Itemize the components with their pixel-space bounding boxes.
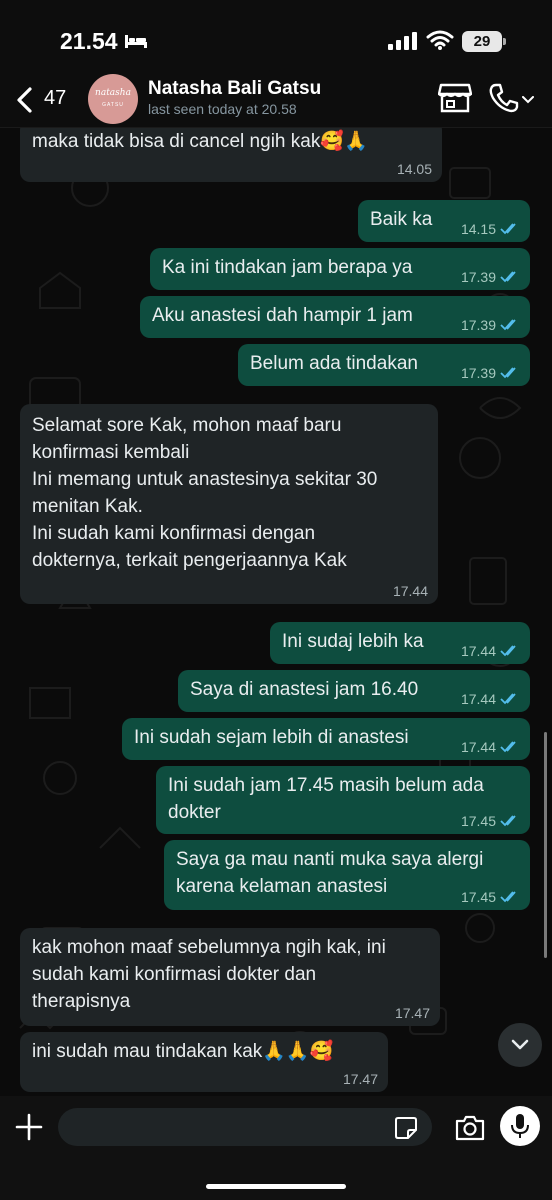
double-check-icon xyxy=(500,693,516,705)
message-bubble-outgoing[interactable]: Ini sudaj lebih ka 17.44 xyxy=(270,622,530,664)
message-bubble-outgoing[interactable]: Baik ka 14.15 xyxy=(358,200,530,242)
message-input[interactable] xyxy=(58,1108,432,1146)
message-time: 17.44 xyxy=(460,691,496,707)
chevron-down-icon[interactable] xyxy=(522,96,534,104)
plus-icon[interactable] xyxy=(14,1112,44,1142)
message-bubble-outgoing[interactable]: Aku anastesi dah hampir 1 jam 17.39 xyxy=(140,296,530,338)
home-indicator xyxy=(206,1184,346,1189)
status-bar: 21.54 29 xyxy=(0,0,552,74)
message-bubble-outgoing[interactable]: Ini sudah sejam lebih di anastesi 17.44 xyxy=(122,718,530,760)
message-bubble-incoming[interactable]: ini sudah mau tindakan kak🙏🙏🥰 17.47 xyxy=(20,1032,388,1092)
message-time: 17.39 xyxy=(460,269,496,285)
wifi-icon xyxy=(426,30,454,50)
double-check-icon xyxy=(500,741,516,753)
unread-count[interactable]: 47 xyxy=(44,87,66,110)
message-time: 17.44 xyxy=(460,643,496,659)
double-check-icon xyxy=(500,319,516,331)
double-check-icon xyxy=(500,223,516,235)
message-bubble-outgoing[interactable]: Saya di anastesi jam 16.40 17.44 xyxy=(178,670,530,712)
bed-icon xyxy=(125,35,147,48)
message-bubble-incoming[interactable]: kak mohon maaf sebelumnya ngih kak, ini … xyxy=(20,928,440,1026)
phone-icon[interactable] xyxy=(488,82,520,114)
last-seen-status: last seen today at 20.58 xyxy=(148,101,297,117)
message-time: 17.39 xyxy=(460,317,496,333)
message-bubble-outgoing[interactable]: Belum ada tindakan 17.39 xyxy=(238,344,530,386)
message-text: ini sudah mau tindakan kak🙏🙏🥰 xyxy=(32,1041,334,1062)
camera-icon[interactable] xyxy=(454,1114,486,1142)
double-check-icon xyxy=(500,645,516,657)
message-text: kak mohon maaf sebelumnya ngih kak, ini … xyxy=(32,937,386,1012)
chat-header: 47 natasha GATSU Natasha Bali Gatsu last… xyxy=(0,74,552,128)
message-time: 14.05 xyxy=(396,161,432,177)
chat-area[interactable]: maka tidak bisa di cancel ngih kak🥰🙏 14.… xyxy=(0,128,552,1096)
message-time: 17.44 xyxy=(392,583,428,599)
status-time: 21.54 xyxy=(60,28,118,54)
scroll-to-bottom-button[interactable] xyxy=(498,1023,542,1067)
message-time: 14.15 xyxy=(460,221,496,237)
avatar-logo: natasha xyxy=(95,88,131,98)
microphone-button[interactable] xyxy=(500,1106,540,1146)
message-time: 17.47 xyxy=(394,1005,430,1021)
message-bubble-outgoing[interactable]: Ini sudah jam 17.45 masih belum ada dokt… xyxy=(156,766,530,834)
message-time: 17.45 xyxy=(460,813,496,829)
message-bubble-outgoing[interactable]: Ka ini tindakan jam berapa ya 17.39 xyxy=(150,248,530,290)
storefront-icon[interactable] xyxy=(438,82,472,114)
sticker-icon[interactable] xyxy=(394,1116,418,1140)
message-time: 17.47 xyxy=(342,1071,378,1087)
message-bubble-incoming[interactable]: Selamat sore Kak, mohon maaf baru konfir… xyxy=(20,404,438,604)
double-check-icon xyxy=(500,271,516,283)
message-time: 17.39 xyxy=(460,365,496,381)
double-check-icon xyxy=(500,367,516,379)
battery-indicator: 29 xyxy=(462,31,506,52)
avatar-logo-sub: GATSU xyxy=(102,102,124,108)
double-check-icon xyxy=(500,815,516,827)
avatar[interactable]: natasha GATSU xyxy=(88,74,138,124)
message-time: 17.45 xyxy=(460,889,496,905)
signal-icon xyxy=(388,32,417,50)
message-time: 17.44 xyxy=(460,739,496,755)
double-check-icon xyxy=(500,891,516,903)
message-text: maka tidak bisa di cancel ngih kak🥰🙏 xyxy=(32,131,368,152)
message-text: Selamat sore Kak, mohon maaf baru konfir… xyxy=(32,415,378,571)
microphone-icon xyxy=(511,1114,529,1138)
chevron-left-icon[interactable] xyxy=(14,86,34,114)
contact-name[interactable]: Natasha Bali Gatsu xyxy=(148,78,321,100)
message-bubble-outgoing[interactable]: Saya ga mau nanti muka saya alergi karen… xyxy=(164,840,530,910)
scrollbar[interactable] xyxy=(544,732,547,958)
chevron-down-icon xyxy=(511,1039,529,1050)
message-bubble-incoming[interactable]: maka tidak bisa di cancel ngih kak🥰🙏 14.… xyxy=(20,128,442,182)
